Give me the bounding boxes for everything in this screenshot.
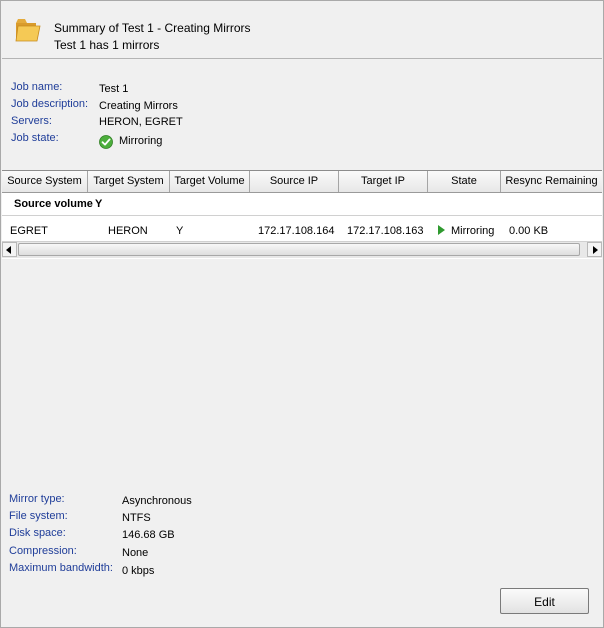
cell-source-system: EGRET (10, 225, 48, 237)
horizontal-scrollbar[interactable] (2, 241, 602, 258)
cell-state-text: Mirroring (451, 225, 495, 237)
disk-space-value: 146.68 GB (122, 529, 175, 541)
col-resync-remaining[interactable]: Resync Remaining (501, 171, 602, 192)
col-target-volume[interactable]: Target Volume (170, 171, 250, 192)
servers-label: Servers: (11, 115, 52, 127)
group-label: Source volume (14, 198, 93, 210)
grid-header: Source System Target System Target Volum… (2, 171, 602, 193)
cell-resync-remaining: 0.00 KB (509, 225, 549, 237)
edit-button[interactable]: Edit (500, 588, 589, 614)
col-target-ip[interactable]: Target IP (339, 171, 428, 192)
scroll-right-button[interactable] (587, 242, 602, 257)
mirrors-grid: Source System Target System Target Volum… (2, 170, 602, 259)
cell-target-system: HERON (108, 225, 148, 237)
play-arrow-icon (438, 225, 445, 235)
job-name-label: Job name: (11, 81, 63, 93)
job-state-value: Mirroring (119, 135, 163, 147)
mirror-type-value: Asynchronous (122, 495, 192, 507)
job-description-label: Job description: (11, 98, 89, 110)
check-circle-icon (99, 135, 113, 149)
job-state-label: Job state: (11, 132, 59, 144)
col-source-system[interactable]: Source System (2, 171, 88, 192)
cell-target-ip: 172.17.108.163 (347, 225, 424, 237)
servers-value: HERON, EGRET (99, 116, 183, 128)
summary-panel: Summary of Test 1 - Creating Mirrors Tes… (0, 0, 604, 628)
job-name-value: Test 1 (99, 83, 129, 95)
col-target-system[interactable]: Target System (88, 171, 170, 192)
scroll-left-button[interactable] (2, 242, 17, 257)
file-system-value: NTFS (122, 512, 151, 524)
summary-header: Summary of Test 1 - Creating Mirrors Tes… (2, 2, 602, 59)
summary-subtitle: Test 1 has 1 mirrors (54, 38, 160, 52)
cell-target-volume: Y (176, 225, 184, 237)
max-bandwidth-label: Maximum bandwidth: (9, 562, 113, 574)
job-description-value: Creating Mirrors (99, 100, 178, 112)
folder-icon (15, 19, 41, 42)
group-value: Y (95, 198, 103, 210)
cell-source-ip: 172.17.108.164 (258, 225, 335, 237)
compression-value: None (122, 547, 149, 559)
arrow-left-icon (6, 246, 11, 254)
mirror-type-label: Mirror type: (9, 493, 65, 505)
table-row[interactable]: EGRET HERON Y 172.17.108.164 172.17.108.… (2, 221, 602, 241)
file-system-label: File system: (9, 510, 68, 522)
compression-label: Compression: (9, 545, 77, 557)
col-source-ip[interactable]: Source IP (250, 171, 339, 192)
group-row-source-volume[interactable]: Source volume Y (2, 193, 602, 216)
max-bandwidth-value: 0 kbps (122, 565, 155, 577)
cell-state: Mirroring (438, 221, 494, 241)
scroll-thumb[interactable] (18, 243, 580, 256)
arrow-right-icon (593, 246, 598, 254)
disk-space-label: Disk space: (9, 527, 66, 539)
col-state[interactable]: State (428, 171, 501, 192)
summary-title: Summary of Test 1 - Creating Mirrors (54, 21, 251, 35)
